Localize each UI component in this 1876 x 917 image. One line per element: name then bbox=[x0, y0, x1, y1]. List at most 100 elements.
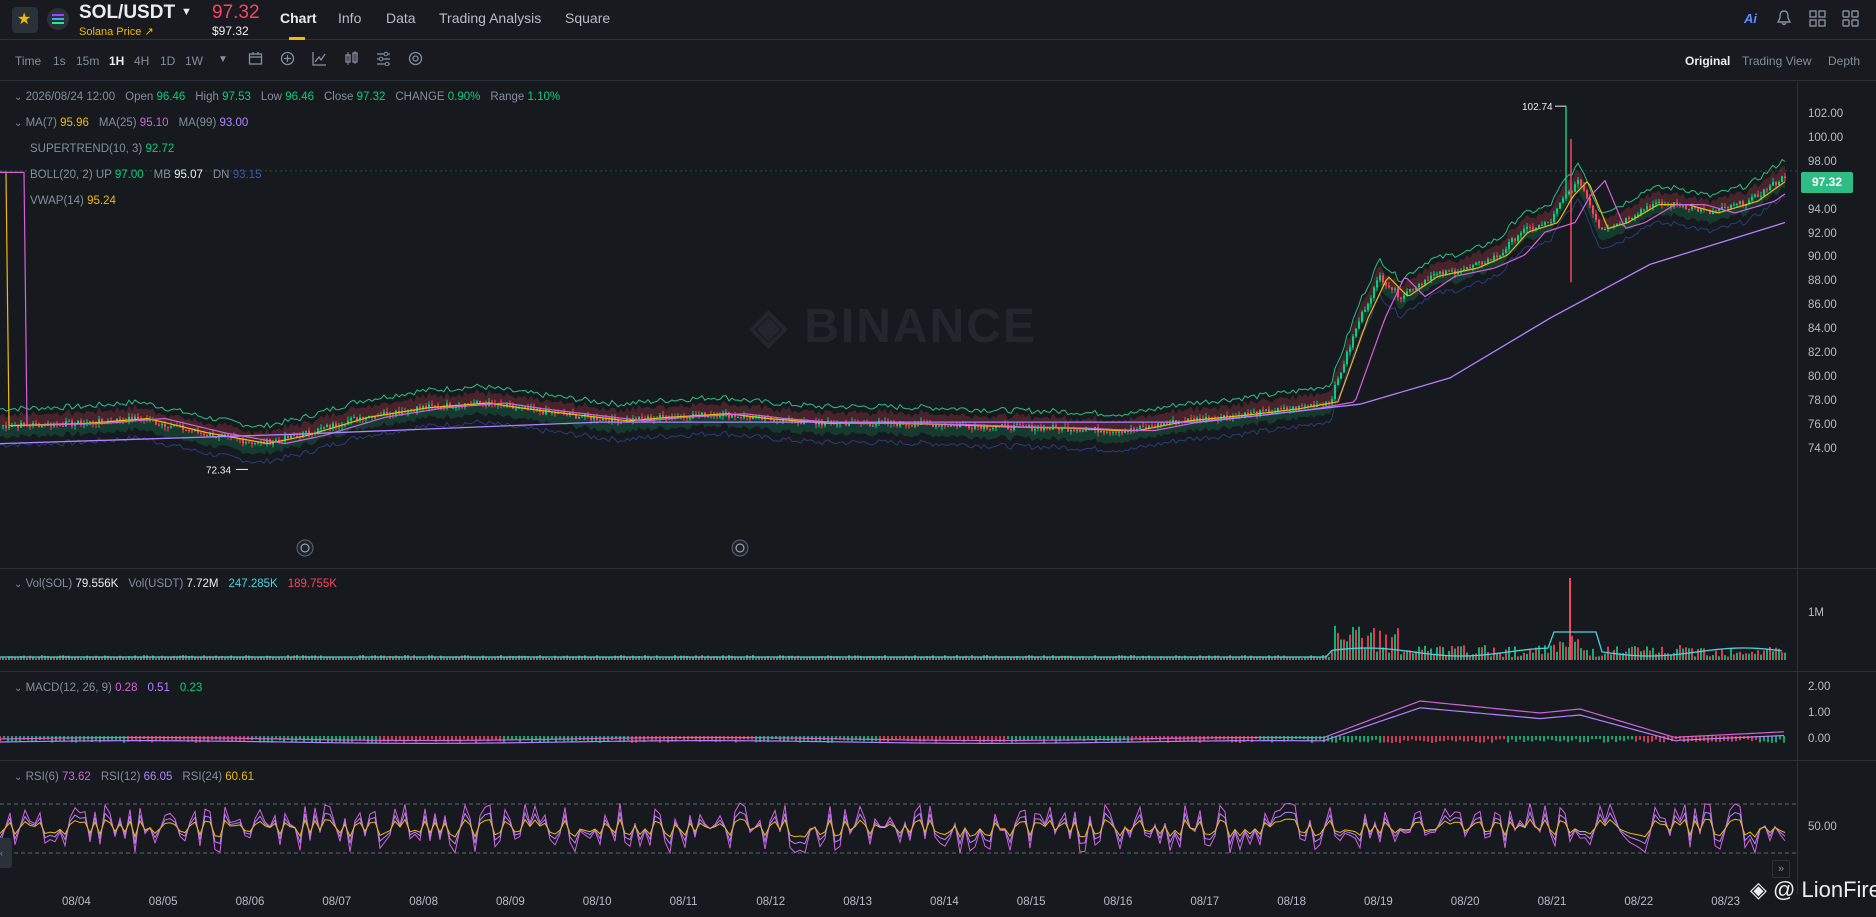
interval-time[interactable]: Time bbox=[15, 54, 41, 68]
layout-grid-icon[interactable] bbox=[1809, 10, 1826, 30]
volume-bar bbox=[1508, 646, 1510, 660]
target-icon[interactable] bbox=[408, 51, 423, 70]
volume-bar bbox=[134, 655, 136, 660]
vwap-legend[interactable]: VWAP(14) 95.24 bbox=[30, 195, 126, 207]
volume-bar bbox=[1136, 657, 1138, 660]
apps-icon[interactable] bbox=[1842, 10, 1859, 30]
candles-icon[interactable] bbox=[344, 51, 359, 70]
macd-legend[interactable]: ⌄ MACD(12, 26, 9) 0.28 0.51 0.23 bbox=[14, 682, 212, 694]
kline-chart-canvas[interactable]: 102.74 72.34 bbox=[0, 82, 1800, 894]
side-panel-toggle[interactable]: ‹ bbox=[0, 838, 12, 868]
line-chart-icon[interactable] bbox=[312, 51, 327, 70]
collapse-chevron-icon[interactable]: ⌄ bbox=[14, 92, 22, 103]
candle-body bbox=[1604, 229, 1606, 231]
macd-histogram-bar bbox=[963, 736, 965, 743]
tab-square[interactable]: Square bbox=[565, 10, 610, 26]
volume-legend[interactable]: ⌄ Vol(SOL) 79.556K Vol(USDT) 7.72M 247.285… bbox=[14, 578, 347, 590]
collapse-chevron-icon[interactable]: ⌄ bbox=[14, 579, 22, 590]
collapse-chevron-icon[interactable]: ⌄ bbox=[14, 118, 22, 129]
favorite-star-button[interactable]: ★ bbox=[12, 7, 38, 33]
bell-icon[interactable] bbox=[1776, 9, 1792, 30]
volume-bar bbox=[26, 657, 28, 660]
boll-up-label: UP bbox=[95, 169, 112, 181]
candle-body bbox=[1574, 184, 1576, 192]
interval-15m[interactable]: 15m bbox=[76, 54, 99, 68]
volume-bar bbox=[1049, 657, 1051, 660]
supertrend-legend[interactable]: SUPERTREND(10, 3) 92.72 bbox=[30, 143, 184, 155]
tab-info[interactable]: Info bbox=[338, 10, 361, 26]
volume-bar bbox=[641, 657, 643, 660]
tab-data[interactable]: Data bbox=[386, 10, 416, 26]
macd-histogram-bar bbox=[523, 736, 525, 740]
view-trading-view[interactable]: Trading View bbox=[1742, 54, 1811, 68]
tab-chart[interactable]: Chart bbox=[280, 10, 317, 26]
candle-body bbox=[911, 425, 913, 427]
candle-body bbox=[200, 432, 202, 434]
trading-pair[interactable]: SOL/USDT bbox=[79, 2, 175, 24]
candle-body bbox=[1379, 275, 1381, 281]
interval-1w[interactable]: 1W bbox=[185, 54, 203, 68]
candle-body bbox=[1721, 206, 1723, 209]
interval-1d[interactable]: 1D bbox=[160, 54, 175, 68]
pane-divider[interactable] bbox=[0, 568, 1876, 569]
scroll-to-latest-button[interactable]: » bbox=[1772, 860, 1790, 878]
volume-bar bbox=[155, 657, 157, 660]
candle-body bbox=[1715, 210, 1717, 212]
volume-bar bbox=[1331, 651, 1333, 660]
macd-histogram-bar bbox=[1775, 736, 1777, 743]
collapse-chevron-icon[interactable]: ⌄ bbox=[14, 683, 22, 694]
interval-4h[interactable]: 4H bbox=[134, 54, 149, 68]
view-depth[interactable]: Depth bbox=[1828, 54, 1860, 68]
interval-1s[interactable]: 1s bbox=[53, 54, 66, 68]
candle-body bbox=[1079, 429, 1081, 432]
rsi-legend[interactable]: ⌄ RSI(6) 73.62 RSI(12) 66.05 RSI(24) 60.61 bbox=[14, 771, 264, 783]
volume-bar bbox=[650, 657, 652, 660]
volume-bar bbox=[1421, 649, 1423, 660]
pane-divider[interactable] bbox=[0, 671, 1876, 672]
volume-bar bbox=[1511, 656, 1513, 660]
macd-histogram-bar bbox=[1451, 736, 1453, 741]
interval-1h[interactable]: 1H bbox=[109, 54, 124, 68]
volume-bar bbox=[662, 657, 664, 660]
calendar-icon[interactable] bbox=[248, 51, 263, 70]
price-axis-label: 78.00 bbox=[1808, 394, 1837, 407]
candle-body bbox=[740, 416, 742, 418]
macd-histogram-bar bbox=[1039, 736, 1041, 740]
rsi24-value: 60.61 bbox=[225, 771, 255, 783]
chevron-down-icon[interactable]: ▼ bbox=[218, 54, 228, 65]
boll-legend[interactable]: BOLL(20, 2) UP 97.00 MB 95.07 DN 93.15 bbox=[30, 169, 271, 181]
volume-bar bbox=[1376, 651, 1378, 660]
candle-body bbox=[206, 434, 208, 436]
candle-body bbox=[1442, 271, 1444, 275]
ma-legend[interactable]: ⌄ MA(7) 95.96 MA(25) 95.10 MA(99) 93.00 bbox=[14, 117, 258, 129]
rsi12-line bbox=[0, 810, 1786, 846]
macd-histogram-bar bbox=[1267, 736, 1269, 741]
candle-body bbox=[8, 426, 10, 428]
price-axis-label: 84.00 bbox=[1808, 323, 1837, 336]
macd-histogram-bar bbox=[491, 736, 493, 740]
ai-icon[interactable]: Ai bbox=[1744, 11, 1757, 26]
date-axis-label: 08/17 bbox=[1190, 896, 1220, 908]
candle-body bbox=[731, 414, 733, 418]
volume-bar bbox=[1661, 646, 1663, 660]
macd-histogram-bar bbox=[959, 736, 961, 740]
pane-divider[interactable] bbox=[0, 760, 1876, 761]
macd-dea-value: 0.51 bbox=[147, 682, 170, 694]
view-original[interactable]: Original bbox=[1685, 54, 1730, 68]
plus-circle-icon[interactable] bbox=[280, 51, 295, 70]
tab-trading-analysis[interactable]: Trading Analysis bbox=[439, 10, 541, 26]
volume-bar bbox=[857, 655, 859, 660]
macd-histogram-bar bbox=[1363, 736, 1365, 742]
volume-bar bbox=[1346, 641, 1348, 660]
macd-histogram-bar bbox=[1767, 736, 1769, 743]
volume-bar bbox=[1163, 657, 1165, 660]
coin-price-link[interactable]: Solana Price ↗ bbox=[79, 25, 154, 38]
collapse-chevron-icon[interactable]: ⌄ bbox=[14, 772, 22, 783]
candle-body bbox=[1100, 430, 1102, 433]
macd-histogram-bar bbox=[1507, 736, 1509, 743]
candle-body bbox=[1538, 224, 1540, 228]
candle-body bbox=[1502, 252, 1504, 256]
pair-dropdown-icon[interactable]: ▼ bbox=[181, 6, 192, 18]
volume-bar bbox=[1226, 657, 1228, 660]
settings-sliders-icon[interactable] bbox=[376, 51, 391, 70]
